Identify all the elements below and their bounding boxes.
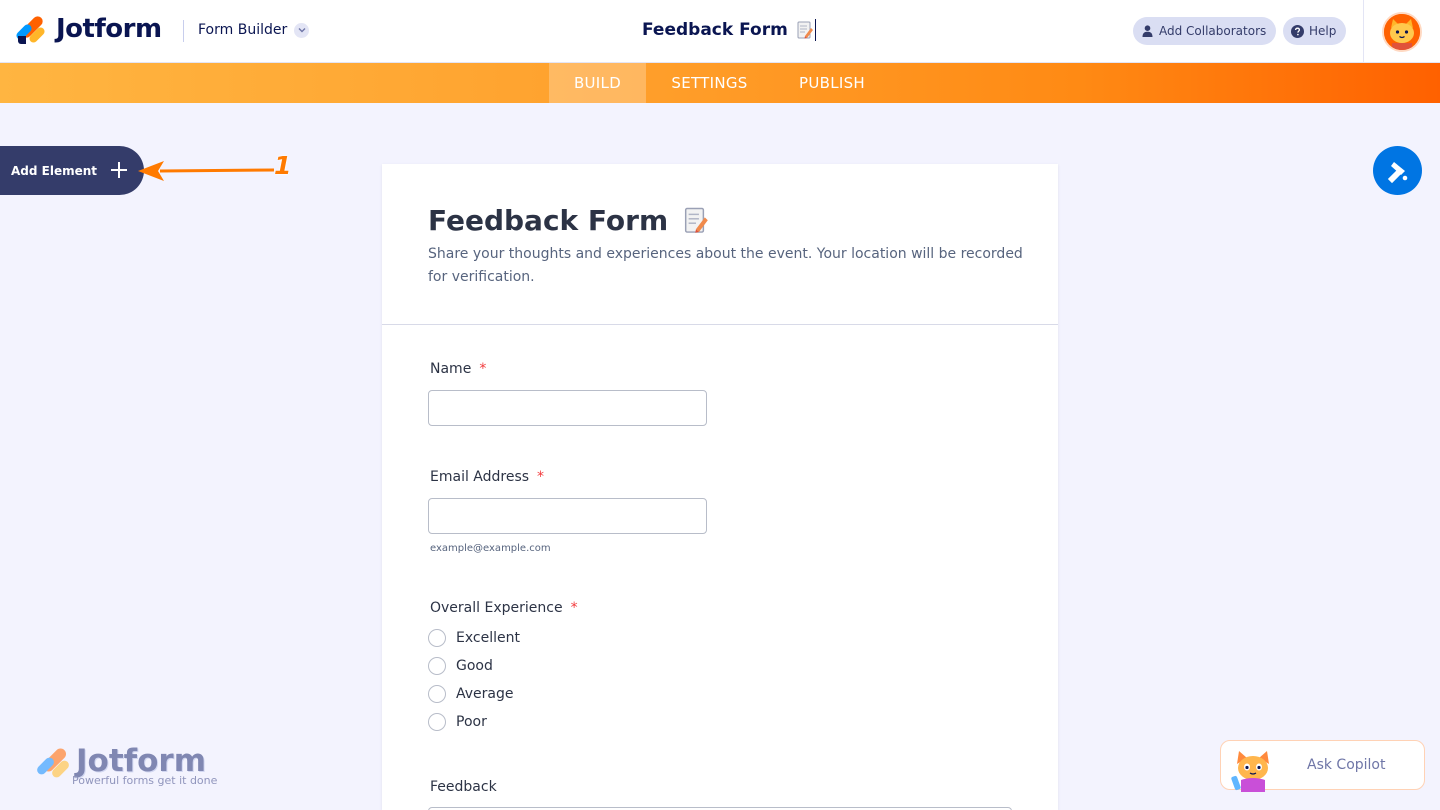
required-mark: * bbox=[570, 600, 578, 616]
ask-copilot-button[interactable]: Ask Copilot bbox=[1220, 740, 1425, 792]
experience-field-label[interactable]: Overall Experience * bbox=[430, 600, 578, 616]
radio-button[interactable] bbox=[428, 713, 446, 731]
radio-option-poor[interactable]: Poor bbox=[428, 713, 487, 731]
top-header: Jotform Form Builder Feedback Form Add C… bbox=[0, 0, 1440, 63]
add-element-button[interactable]: Add Element bbox=[0, 146, 144, 195]
radio-button[interactable] bbox=[428, 657, 446, 675]
form-description[interactable]: Share your thoughts and experiences abou… bbox=[428, 243, 1028, 289]
tab-settings[interactable]: SETTINGS bbox=[656, 63, 763, 103]
jotform-watermark: Jotform Powerful forms get it done bbox=[35, 743, 217, 787]
brand-name: Jotform bbox=[56, 14, 162, 44]
radio-label: Average bbox=[456, 686, 514, 702]
add-element-label: Add Element bbox=[11, 163, 98, 178]
paint-roller-icon bbox=[1387, 161, 1407, 183]
form-designer-button[interactable] bbox=[1373, 146, 1422, 195]
name-input[interactable] bbox=[428, 390, 707, 426]
radio-option-average[interactable]: Average bbox=[428, 685, 514, 703]
builder-nav-bar: BUILD SETTINGS PUBLISH bbox=[0, 63, 1440, 103]
radio-option-good[interactable]: Good bbox=[428, 657, 493, 675]
feedback-label-text: Feedback bbox=[430, 779, 497, 795]
email-field-label[interactable]: Email Address * bbox=[430, 469, 544, 485]
jotform-logo-icon bbox=[35, 746, 71, 780]
help-button[interactable]: Help bbox=[1283, 17, 1347, 45]
tab-build-label: BUILD bbox=[573, 74, 622, 92]
copilot-cat-icon bbox=[1231, 751, 1269, 792]
memo-icon bbox=[684, 207, 708, 235]
header-form-title: Feedback Form bbox=[642, 20, 788, 40]
email-sublabel[interactable]: example@example.com bbox=[430, 543, 551, 554]
form-heading[interactable]: Feedback Form bbox=[428, 204, 708, 237]
name-field-label[interactable]: Name * bbox=[430, 361, 486, 377]
tab-publish-label: PUBLISH bbox=[799, 74, 865, 92]
experience-label-text: Overall Experience bbox=[430, 600, 563, 616]
chevron-down-icon bbox=[294, 22, 310, 38]
jotform-logo-icon bbox=[14, 14, 47, 45]
user-icon bbox=[1141, 25, 1154, 38]
user-avatar[interactable] bbox=[1382, 12, 1422, 52]
radio-label: Poor bbox=[456, 714, 487, 730]
cat-avatar-icon bbox=[1384, 14, 1420, 50]
annotation-step-number: 1 bbox=[274, 151, 292, 180]
add-collaborators-button[interactable]: Add Collaborators bbox=[1133, 17, 1277, 45]
watermark-tagline: Powerful forms get it done bbox=[72, 774, 218, 787]
annotation-arrow-icon bbox=[138, 161, 275, 181]
tab-publish[interactable]: PUBLISH bbox=[786, 63, 878, 103]
plus-icon bbox=[111, 162, 127, 178]
name-label-text: Name bbox=[430, 361, 472, 377]
email-input[interactable] bbox=[428, 498, 707, 534]
add-collaborators-label: Add Collaborators bbox=[1159, 24, 1267, 38]
form-title-editable[interactable]: Feedback Form bbox=[642, 19, 817, 41]
feedback-field-label[interactable]: Feedback bbox=[430, 779, 497, 795]
form-builder-label: Form Builder bbox=[198, 22, 288, 38]
form-builder-dropdown[interactable]: Form Builder bbox=[198, 22, 310, 38]
email-label-text: Email Address bbox=[430, 469, 530, 485]
tab-settings-label: SETTINGS bbox=[671, 74, 748, 92]
radio-button[interactable] bbox=[428, 685, 446, 703]
text-cursor bbox=[814, 19, 817, 41]
radio-label: Excellent bbox=[456, 630, 520, 646]
tab-build[interactable]: BUILD bbox=[549, 63, 646, 103]
form-header-section[interactable]: Feedback Form Share your thoughts and ex… bbox=[382, 164, 1058, 325]
radio-label: Good bbox=[456, 658, 493, 674]
radio-option-excellent[interactable]: Excellent bbox=[428, 629, 520, 647]
required-mark: * bbox=[479, 361, 487, 377]
form-canvas: Feedback Form Share your thoughts and ex… bbox=[382, 164, 1058, 810]
help-label: Help bbox=[1309, 24, 1337, 38]
radio-button[interactable] bbox=[428, 629, 446, 647]
form-heading-text: Feedback Form bbox=[428, 204, 669, 237]
header-divider bbox=[183, 20, 184, 42]
ask-copilot-label: Ask Copilot bbox=[1307, 757, 1386, 773]
memo-icon bbox=[797, 21, 813, 40]
required-mark: * bbox=[537, 469, 545, 485]
header-separator bbox=[1363, 0, 1364, 63]
help-circle-icon bbox=[1291, 24, 1304, 38]
jotform-logo[interactable]: Jotform bbox=[14, 14, 162, 45]
watermark-brand: Jotform bbox=[76, 743, 207, 779]
